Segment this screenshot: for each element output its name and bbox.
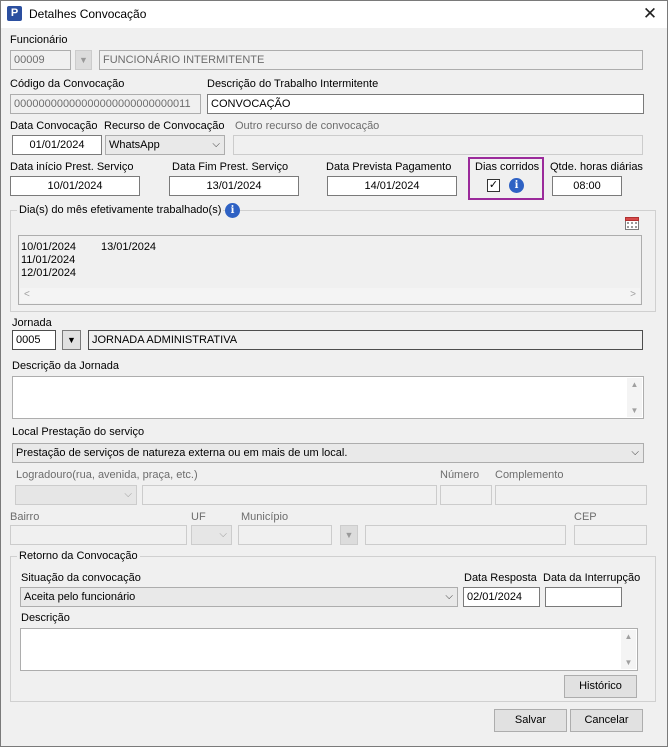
descricao-retorno-textarea[interactable]: ▲ ▼ [20, 628, 638, 671]
dias-list-column-2: 13/01/2024 [101, 241, 156, 254]
scroll-down-icon[interactable]: ▼ [621, 658, 636, 667]
scroll-right-icon[interactable]: > [630, 289, 636, 300]
scroll-left-icon[interactable]: < [24, 289, 30, 300]
data-fim-input[interactable]: 13/01/2024 [169, 176, 299, 196]
logradouro-label: Logradouro(rua, avenida, praça, etc.) [16, 469, 198, 481]
list-item[interactable]: 12/01/2024 [21, 267, 76, 280]
scroll-up-icon[interactable]: ▲ [627, 380, 642, 389]
jornada-code-input[interactable]: 0005 [12, 330, 56, 350]
local-value: Prestação de serviços de natureza extern… [16, 447, 348, 459]
chevron-down-icon: ⌵ [631, 447, 639, 458]
dias-list-column-1: 10/01/2024 11/01/2024 12/01/2024 [21, 241, 76, 280]
vertical-scrollbar[interactable]: ▲ ▼ [621, 630, 636, 669]
calendar-icon[interactable] [625, 216, 639, 230]
situacao-label: Situação da convocação [21, 572, 141, 584]
funcionario-label: Funcionário [10, 34, 68, 46]
descricao-jornada-textarea[interactable]: ▲ ▼ [12, 376, 644, 419]
list-item[interactable]: 10/01/2024 [21, 241, 76, 254]
municipio-dropdown-button: ▼ [340, 525, 358, 545]
chevron-down-icon: ▼ [344, 530, 354, 540]
uf-select: ⌵ [191, 525, 232, 545]
data-pagamento-input[interactable]: 14/01/2024 [327, 176, 457, 196]
list-item[interactable]: 13/01/2024 [101, 241, 156, 254]
funcionario-name-field: FUNCIONÁRIO INTERMITENTE [99, 50, 643, 70]
historico-button[interactable]: Histórico [564, 675, 637, 698]
jornada-label: Jornada [12, 317, 52, 329]
cep-label: CEP [574, 511, 597, 523]
qtde-horas-input[interactable]: 08:00 [552, 176, 622, 196]
cep-field [574, 525, 647, 545]
situacao-select[interactable]: Aceita pelo funcionário ⌵ [20, 587, 458, 607]
chevron-down-icon: ▼ [79, 55, 88, 65]
chevron-down-icon: ⌵ [124, 489, 132, 500]
jornada-name-field: JORNADA ADMINISTRATIVA [88, 330, 643, 350]
recurso-label: Recurso de Convocação [104, 120, 225, 132]
qtde-horas-label: Qtde. horas diárias [550, 161, 643, 173]
local-label: Local Prestação do serviço [12, 426, 145, 438]
data-resposta-label: Data Resposta [464, 572, 537, 584]
logradouro-type-select: ⌵ [15, 485, 137, 505]
scroll-down-icon[interactable]: ▼ [627, 406, 642, 415]
dialog-window: P Detalhes Convocação ✕ Funcionário 0000… [0, 0, 668, 747]
data-inicio-label: Data início Prest. Serviço [10, 161, 134, 173]
data-inicio-input[interactable]: 10/01/2024 [10, 176, 140, 196]
data-convocacao-input[interactable]: 01/01/2024 [12, 135, 102, 155]
outro-recurso-field [233, 135, 643, 155]
numero-field [440, 485, 492, 505]
window-title: Detalhes Convocação [29, 7, 147, 21]
jornada-dropdown-button[interactable]: ▼ [62, 330, 81, 350]
bairro-label: Bairro [10, 511, 40, 523]
descricao-retorno-label: Descrição [21, 612, 70, 624]
data-interrupcao-label: Data da Interrupção [543, 572, 641, 584]
app-icon: P [7, 6, 22, 21]
vertical-scrollbar[interactable]: ▲ ▼ [627, 378, 642, 417]
funcionario-code-field: 00009 [10, 50, 71, 70]
horizontal-scrollbar[interactable]: < > [20, 288, 640, 303]
info-icon[interactable]: i [225, 203, 240, 218]
chevron-down-icon: ⌵ [212, 139, 220, 150]
recurso-select[interactable]: WhatsApp ⌵ [105, 135, 225, 155]
cancelar-button[interactable]: Cancelar [570, 709, 643, 732]
salvar-button[interactable]: Salvar [494, 709, 567, 732]
uf-label: UF [191, 511, 206, 523]
close-icon[interactable]: ✕ [635, 1, 665, 28]
local-select[interactable]: Prestação de serviços de natureza extern… [12, 443, 644, 463]
situacao-value: Aceita pelo funcionário [24, 591, 136, 603]
data-fim-label: Data Fim Prest. Serviço [172, 161, 289, 173]
dias-trabalhados-label: Dia(s) do mês efetivamente trabalhado(s) [17, 204, 224, 216]
data-resposta-input[interactable]: 02/01/2024 [463, 587, 540, 607]
scroll-up-icon[interactable]: ▲ [621, 632, 636, 641]
municipio-name-field [365, 525, 566, 545]
codigo-label: Código da Convocação [10, 78, 125, 90]
descricao-trabalho-input[interactable]: CONVOCAÇÃO [207, 94, 644, 114]
info-icon[interactable]: i [509, 178, 524, 193]
municipio-label: Município [241, 511, 289, 523]
funcionario-dropdown-button: ▼ [75, 50, 92, 70]
dias-corridos-checkbox[interactable]: ✓ [487, 179, 500, 192]
complemento-label: Complemento [495, 469, 564, 481]
chevron-down-icon: ⌵ [445, 591, 453, 602]
municipio-code-field [238, 525, 332, 545]
dias-corridos-label: Dias corridos [475, 161, 540, 173]
list-item[interactable]: 11/01/2024 [21, 254, 76, 267]
descricao-trabalho-label: Descrição do Trabalho Intermitente [207, 78, 379, 90]
descricao-jornada-label: Descrição da Jornada [12, 360, 120, 372]
chevron-down-icon: ⌵ [219, 529, 227, 540]
data-interrupcao-input[interactable] [545, 587, 622, 607]
logradouro-field [142, 485, 437, 505]
bairro-field [10, 525, 187, 545]
data-convocacao-label: Data Convocação [10, 120, 98, 132]
data-pagamento-label: Data Prevista Pagamento [326, 161, 452, 173]
numero-label: Número [440, 469, 480, 481]
chevron-down-icon: ▼ [67, 335, 76, 345]
title-bar: P Detalhes Convocação ✕ [1, 1, 667, 28]
outro-recurso-label: Outro recurso de convocação [235, 120, 380, 132]
retorno-group-label: Retorno da Convocação [17, 550, 140, 562]
dias-trabalhados-list[interactable]: 10/01/2024 11/01/2024 12/01/2024 13/01/2… [18, 235, 642, 305]
complemento-field [495, 485, 647, 505]
codigo-field: 00000000000000000000000000011 [10, 94, 201, 114]
recurso-value: WhatsApp [109, 139, 160, 151]
